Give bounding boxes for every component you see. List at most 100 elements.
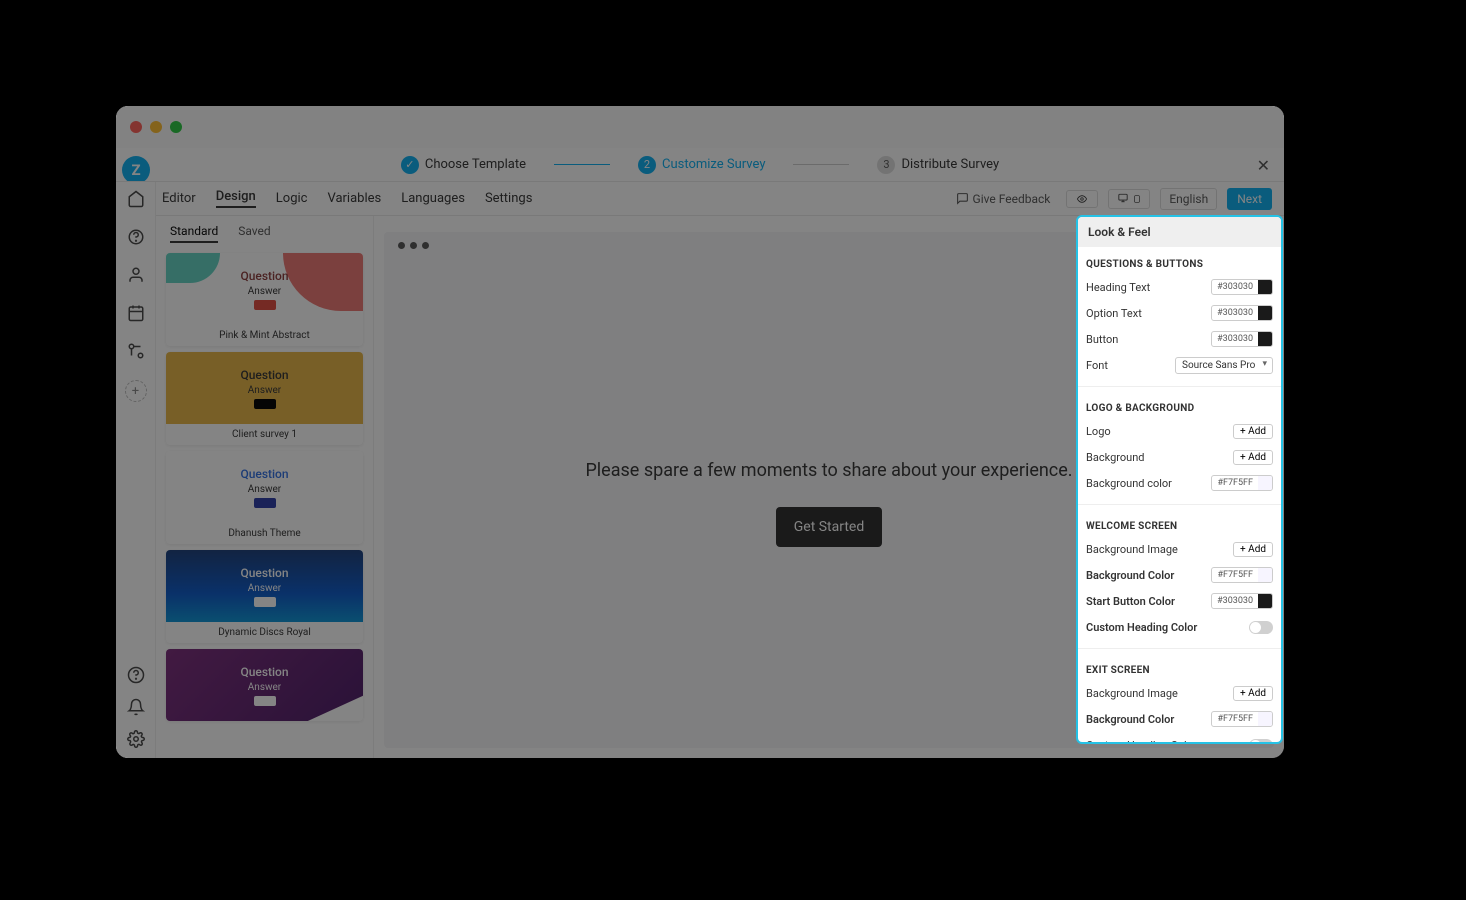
row-ws-custom-heading-color: Custom Heading Color bbox=[1086, 616, 1273, 638]
get-started-button[interactable]: Get Started bbox=[776, 507, 883, 547]
survey-icon[interactable] bbox=[127, 228, 145, 246]
step-customize-survey[interactable]: 2 Customize Survey bbox=[638, 156, 766, 174]
row-background-color: Background color #F7F5FF bbox=[1086, 472, 1273, 494]
add-icon[interactable]: + bbox=[125, 380, 147, 402]
tab-design[interactable]: Design bbox=[216, 189, 256, 208]
toggle-ws-custom-heading[interactable] bbox=[1249, 621, 1273, 634]
color-picker-background[interactable]: #F7F5FF bbox=[1211, 475, 1273, 491]
theme-preview-answer: Answer bbox=[248, 385, 281, 396]
tab-settings[interactable]: Settings bbox=[485, 191, 532, 206]
color-swatch bbox=[1258, 306, 1272, 320]
color-swatch bbox=[1258, 280, 1272, 294]
help-icon[interactable] bbox=[127, 666, 145, 684]
color-picker-start-btn[interactable]: #303030 bbox=[1211, 593, 1273, 609]
theme-preview-answer: Answer bbox=[248, 682, 281, 693]
theme-card[interactable]: Question Answer Dynamic Discs Royal bbox=[166, 550, 363, 643]
add-background-button[interactable]: + Add bbox=[1233, 450, 1273, 465]
device-preview-toggle[interactable] bbox=[1108, 189, 1150, 209]
give-feedback-link[interactable]: Give Feedback bbox=[950, 189, 1057, 209]
theme-card[interactable]: Question Answer Pink & Mint Abstract bbox=[166, 253, 363, 346]
color-hex: #303030 bbox=[1212, 596, 1258, 606]
theme-preview-answer: Answer bbox=[248, 484, 281, 495]
theme-preview-button bbox=[254, 399, 276, 409]
tab-standard[interactable]: Standard bbox=[170, 224, 218, 243]
step-distribute-survey[interactable]: 3 Distribute Survey bbox=[877, 156, 999, 174]
add-es-bg-image-button[interactable]: + Add bbox=[1233, 686, 1273, 701]
check-icon bbox=[401, 156, 419, 174]
gear-icon[interactable] bbox=[127, 730, 145, 748]
label-es-bg-image: Background Image bbox=[1086, 687, 1178, 700]
label-font: Font bbox=[1086, 359, 1108, 372]
add-logo-button[interactable]: + Add bbox=[1233, 424, 1273, 439]
theme-preview-button bbox=[254, 498, 276, 508]
theme-preview: Question Answer bbox=[166, 352, 363, 424]
next-button[interactable]: Next bbox=[1227, 188, 1272, 210]
survey-headline: Please spare a few moments to share abou… bbox=[585, 460, 1072, 481]
color-swatch bbox=[1258, 712, 1272, 726]
label-ws-bg-color: Background Color bbox=[1086, 569, 1174, 582]
tab-editor[interactable]: Editor bbox=[162, 191, 196, 206]
window-zoom-dot[interactable] bbox=[170, 121, 182, 133]
font-select[interactable]: Source Sans Pro bbox=[1175, 357, 1273, 374]
language-selector[interactable]: English bbox=[1160, 188, 1217, 210]
color-swatch bbox=[1258, 594, 1272, 608]
section-exit-screen: EXIT SCREEN bbox=[1086, 665, 1273, 676]
window-minimize-dot[interactable] bbox=[150, 121, 162, 133]
label-custom-heading-color-es: Custom Heading Color bbox=[1086, 739, 1197, 745]
row-es-bg-color: Background Color #F7F5FF bbox=[1086, 708, 1273, 730]
step-connector bbox=[793, 164, 849, 165]
preview-button[interactable] bbox=[1066, 190, 1098, 208]
row-ws-start-btn-color: Start Button Color #303030 bbox=[1086, 590, 1273, 612]
close-icon[interactable]: ✕ bbox=[1257, 156, 1270, 175]
color-picker-heading-text[interactable]: #303030 bbox=[1211, 279, 1273, 295]
app-window: Z Choose Template 2 Customize Survey 3 D… bbox=[116, 106, 1284, 758]
color-picker-option-text[interactable]: #303030 bbox=[1211, 305, 1273, 321]
theme-card[interactable]: Question Answer Client survey 1 bbox=[166, 352, 363, 445]
row-background: Background + Add bbox=[1086, 446, 1273, 468]
chat-icon bbox=[956, 192, 969, 205]
mobile-icon bbox=[1133, 193, 1141, 205]
theme-card[interactable]: Question Answer bbox=[166, 649, 363, 721]
label-es-bg-color: Background Color bbox=[1086, 713, 1174, 726]
color-picker-ws-bg[interactable]: #F7F5FF bbox=[1211, 567, 1273, 583]
calendar-icon[interactable] bbox=[127, 304, 145, 322]
theme-card[interactable]: Question Answer Dhanush Theme bbox=[166, 451, 363, 544]
label-background-color: Background color bbox=[1086, 477, 1172, 490]
label-start-btn-color: Start Button Color bbox=[1086, 595, 1175, 608]
color-hex: #303030 bbox=[1212, 282, 1258, 292]
label-button: Button bbox=[1086, 333, 1118, 346]
theme-preview: Question Answer bbox=[166, 550, 363, 622]
step-connector bbox=[554, 164, 610, 165]
tab-variables[interactable]: Variables bbox=[327, 191, 381, 206]
divider bbox=[1078, 648, 1281, 649]
theme-preview-button bbox=[254, 300, 276, 310]
home-icon[interactable] bbox=[127, 190, 145, 208]
integrations-icon[interactable] bbox=[127, 342, 145, 360]
color-hex: #F7F5FF bbox=[1212, 570, 1258, 580]
toggle-es-custom-heading[interactable] bbox=[1249, 739, 1273, 745]
label-ws-bg-image: Background Image bbox=[1086, 543, 1178, 556]
tab-languages[interactable]: Languages bbox=[401, 191, 465, 206]
step-label: Customize Survey bbox=[662, 157, 766, 172]
add-ws-bg-image-button[interactable]: + Add bbox=[1233, 542, 1273, 557]
theme-name: Client survey 1 bbox=[166, 424, 363, 445]
divider bbox=[1078, 504, 1281, 505]
row-heading-text: Heading Text #303030 bbox=[1086, 276, 1273, 298]
theme-list[interactable]: Question Answer Pink & Mint Abstract Que… bbox=[156, 249, 373, 758]
theme-preview-question: Question bbox=[240, 269, 288, 283]
user-icon[interactable] bbox=[127, 266, 145, 284]
color-hex: #303030 bbox=[1212, 334, 1258, 344]
canvas-window-dots bbox=[384, 232, 443, 259]
theme-preview-answer: Answer bbox=[248, 286, 281, 297]
divider bbox=[1078, 386, 1281, 387]
desktop-icon bbox=[1117, 193, 1129, 203]
window-close-dot[interactable] bbox=[130, 121, 142, 133]
step-label: Distribute Survey bbox=[901, 157, 999, 172]
step-choose-template[interactable]: Choose Template bbox=[401, 156, 526, 174]
color-picker-es-bg[interactable]: #F7F5FF bbox=[1211, 711, 1273, 727]
tab-logic[interactable]: Logic bbox=[276, 191, 308, 206]
tab-saved[interactable]: Saved bbox=[238, 224, 270, 243]
row-font: Font Source Sans Pro bbox=[1086, 354, 1273, 376]
color-picker-button[interactable]: #303030 bbox=[1211, 331, 1273, 347]
bell-icon[interactable] bbox=[127, 698, 145, 716]
